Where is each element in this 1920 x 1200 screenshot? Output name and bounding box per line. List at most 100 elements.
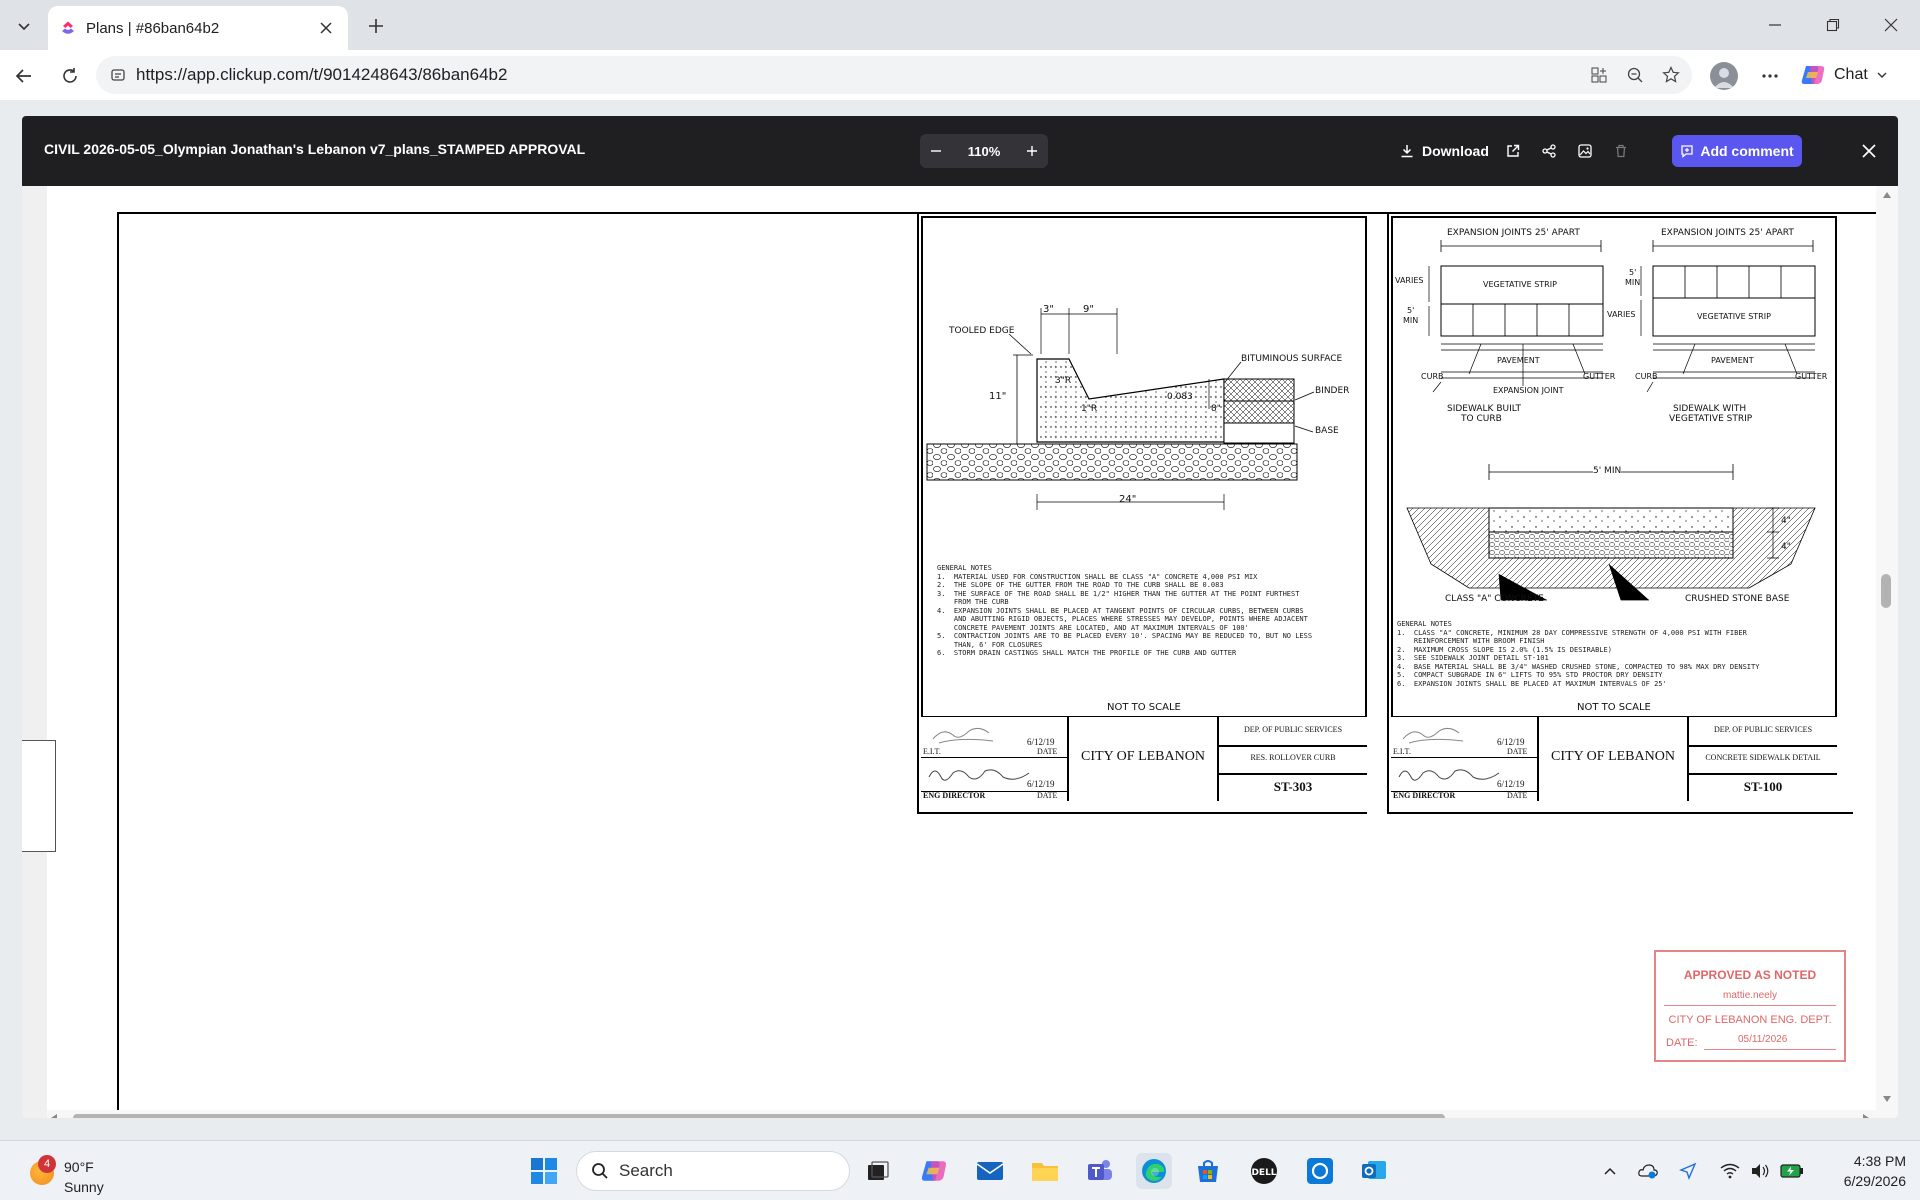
zoom-out-button[interactable] (930, 145, 942, 157)
horizontal-scrollbar[interactable] (47, 1110, 1876, 1118)
label-crushed-stone-base: CRUSHED STONE BASE (1685, 594, 1790, 604)
site-info-icon[interactable] (110, 67, 126, 83)
address-bar[interactable]: https://app.clickup.com/t/9014248643/86b… (96, 56, 1692, 94)
minimize-window-icon[interactable] (1746, 0, 1804, 50)
note-line: 5. CONTRACTION JOINTS ARE TO BE PLACED E… (937, 632, 1313, 640)
profile-avatar[interactable] (1710, 62, 1738, 90)
location-arrow-icon[interactable] (1676, 1159, 1700, 1183)
dim-4in-a: 4" (1781, 516, 1791, 526)
file-explorer-icon[interactable] (1027, 1153, 1063, 1189)
open-external-icon[interactable] (1506, 138, 1520, 164)
app-available-icon[interactable] (1590, 66, 1608, 84)
notes-title: GENERAL NOTES (937, 564, 992, 572)
chevron-down-icon (1877, 72, 1887, 78)
browser-tab-bar: Plans | #86ban64b2 (0, 0, 1920, 50)
dim-11in: 11" (989, 391, 1007, 402)
close-viewer-icon[interactable] (1858, 140, 1880, 162)
label-class-a-concrete: CLASS "A" CONCRETE (1445, 594, 1544, 604)
eit-signature-image (932, 727, 994, 744)
battery-charging-icon[interactable] (1780, 1159, 1804, 1183)
start-windows-icon[interactable] (526, 1153, 562, 1189)
label-curb-b: CURB (1635, 372, 1658, 381)
back-arrow-icon[interactable] (8, 60, 40, 92)
add-comment-button[interactable]: Add comment (1672, 135, 1802, 167)
eit-label: E.I.T. (1393, 747, 1411, 756)
more-options-icon[interactable] (1754, 60, 1786, 92)
tab-close-icon[interactable] (316, 18, 336, 38)
tab-title: Plans | #86ban64b2 (86, 19, 220, 37)
note-line: 2. MAXIMUM CROSS SLOPE IS 2.0% (1.5% IS … (1397, 645, 1612, 654)
sidewalk-detail-panel: EXPANSION JOINTS 25' APART EXPANSION JOI… (1387, 214, 1853, 814)
director-date: 6/12/19 (1027, 779, 1055, 789)
search-label: Search (619, 1161, 673, 1180)
department: DEP. OF PUBLIC SERVICES (1243, 725, 1343, 734)
dell-icon[interactable]: DELL (1246, 1153, 1282, 1189)
sheet-number: ST-100 (1743, 779, 1783, 794)
director-label: ENG DIRECTOR (923, 791, 986, 800)
url-text[interactable]: https://app.clickup.com/t/9014248643/86b… (136, 65, 507, 85)
note-line: AND ABUTTING RIGID OBJECTS, PLACES WHERE… (937, 615, 1308, 623)
director-label: ENG DIRECTOR (1393, 791, 1456, 800)
cloud-sync-icon[interactable] (1636, 1159, 1660, 1183)
note-line: CONCRETE PAVEMENT JOINTS ARE LOCATED, AN… (937, 623, 1249, 632)
side-panel-tab[interactable] (22, 740, 56, 852)
zoom-level[interactable]: 110% (968, 144, 1001, 159)
support-app-icon[interactable] (1302, 1153, 1338, 1189)
label-binder: BINDER (1315, 386, 1350, 396)
scroll-right-icon[interactable] (1863, 1114, 1869, 1118)
notes-title: GENERAL NOTES (1397, 620, 1452, 628)
dim-9in: 9" (1083, 304, 1094, 315)
microsoft-store-icon[interactable] (1190, 1153, 1226, 1189)
download-button[interactable]: Download (1400, 138, 1489, 164)
copilot-chat-button[interactable]: Chat (1800, 60, 1888, 90)
restore-window-icon[interactable] (1804, 0, 1862, 50)
scale-note: NOT TO SCALE (1107, 702, 1181, 713)
weather-badge: 4 (38, 1155, 56, 1173)
comment-icon (1681, 145, 1693, 158)
task-view-icon[interactable] (860, 1153, 896, 1189)
label-sidewalk-vegetative: SIDEWALK WITH (1673, 404, 1747, 414)
document-page[interactable]: 3" 9" 11" 24" 3"R 1"R 0.083 8" TOOLED ED… (47, 186, 1876, 1110)
dim-5ft-min: 5' MIN (1593, 466, 1622, 476)
volume-icon[interactable] (1748, 1159, 1772, 1183)
approval-stamp: APPROVED AS NOTED mattie.neely CITY OF L… (1654, 950, 1846, 1062)
favorite-star-icon[interactable] (1662, 66, 1680, 84)
zoom-out-icon[interactable] (1626, 66, 1644, 84)
dim-slope: 0.083 (1167, 392, 1193, 402)
copilot-app-icon[interactable] (916, 1153, 952, 1189)
browser-tab[interactable]: Plans | #86ban64b2 (48, 6, 348, 50)
dim-4in-b: 4" (1781, 542, 1791, 552)
edge-browser-icon[interactable] (1136, 1153, 1172, 1189)
stamp-approved-text: APPROVED AS NOTED (1683, 968, 1817, 982)
close-window-icon[interactable] (1862, 0, 1920, 50)
horizontal-scroll-thumb[interactable] (73, 1114, 1445, 1118)
show-hidden-icons-chevron-icon[interactable] (1598, 1159, 1622, 1183)
scroll-up-icon[interactable] (1883, 192, 1891, 198)
eit-label: E.I.T. (923, 747, 941, 756)
reload-icon[interactable] (54, 60, 86, 92)
zoom-controls: 110% (920, 134, 1048, 168)
scroll-down-icon[interactable] (1883, 1096, 1891, 1102)
vertical-scroll-thumb[interactable] (1881, 574, 1891, 608)
wifi-icon[interactable] (1718, 1159, 1742, 1183)
note-line: REINFORCEMENT WITH BROOM FINISH (1397, 637, 1545, 645)
add-comment-label: Add comment (1700, 143, 1794, 159)
teams-icon[interactable] (1082, 1153, 1118, 1189)
share-icon[interactable] (1542, 138, 1556, 164)
image-preview-icon[interactable] (1578, 138, 1592, 164)
zoom-in-button[interactable] (1026, 145, 1038, 157)
new-tab-plus-icon[interactable] (362, 12, 390, 40)
taskbar-search[interactable]: Search (576, 1151, 850, 1191)
scroll-left-icon[interactable] (51, 1114, 57, 1118)
system-clock[interactable]: 4:38 PM 6/29/2026 (1820, 1151, 1906, 1191)
sidewalk-plan-drawing (1406, 240, 1816, 601)
delete-trash-icon[interactable] (1614, 138, 1628, 164)
weather-widget[interactable]: 4 90°F Sunny (24, 1149, 134, 1195)
tab-list-chevron-icon[interactable] (8, 10, 40, 42)
vertical-scrollbar[interactable] (1876, 186, 1898, 1118)
label-vegetative-strip-b: VEGETATIVE STRIP (1697, 312, 1771, 321)
curb-detail-panel: 3" 9" 11" 24" 3"R 1"R 0.083 8" TOOLED ED… (917, 214, 1367, 814)
mail-icon[interactable] (972, 1153, 1008, 1189)
outlook-app-icon[interactable] (1356, 1153, 1392, 1189)
curb-section-drawing (926, 308, 1315, 510)
